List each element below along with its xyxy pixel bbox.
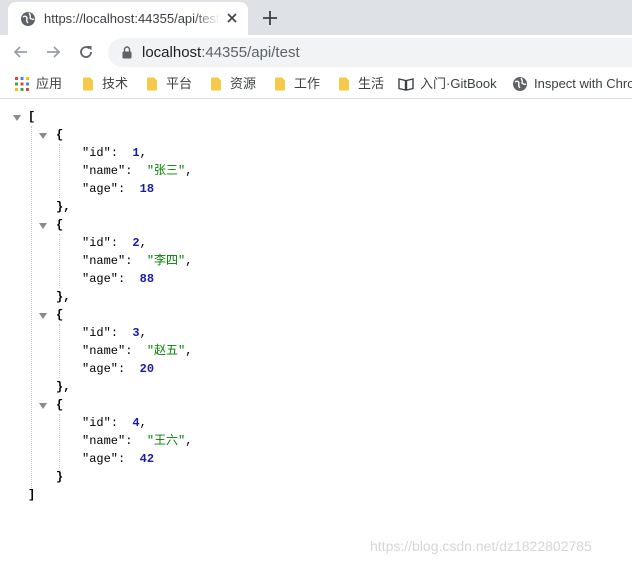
object-close-brace: }, xyxy=(56,380,71,394)
lock-icon[interactable] xyxy=(122,46,132,59)
browser-toolbar: localhost:44355/api/test xyxy=(0,35,632,69)
json-row-id: "id": 4, xyxy=(82,416,147,430)
json-value-name: 李四 xyxy=(154,254,179,268)
indent-guide xyxy=(59,414,60,468)
url-text: localhost:44355/api/test xyxy=(142,44,300,62)
folder-icon xyxy=(272,76,288,92)
collapse-triangle-icon[interactable] xyxy=(38,312,48,320)
globe-icon xyxy=(512,76,528,92)
bookmark-label: 工作 xyxy=(294,76,321,91)
apps-grid-icon xyxy=(14,76,30,92)
bookmark-label: Inspect with Chrome xyxy=(534,76,632,91)
object-close-brace: }, xyxy=(56,290,71,304)
watermark-text: https://blog.csdn.net/dz1822802785 xyxy=(370,538,592,554)
bookmark-label: 应用 xyxy=(36,76,63,91)
book-icon xyxy=(398,76,414,92)
folder-icon xyxy=(208,76,224,92)
json-value-name: 张三 xyxy=(154,164,179,178)
json-row-id: "id": 3, xyxy=(82,326,147,340)
json-row-age: "age": 18 xyxy=(82,182,155,196)
json-value-age: 20 xyxy=(139,362,155,376)
globe-icon xyxy=(20,11,36,27)
object-close-brace: }, xyxy=(56,200,71,214)
bookmark-label: 生活 xyxy=(358,76,385,91)
object-open-brace: { xyxy=(56,218,64,232)
array-close-bracket: ] xyxy=(28,488,36,502)
json-viewer: [ { "id": 1, "name": "张三", "age": 18 }, … xyxy=(0,100,632,566)
back-icon[interactable] xyxy=(12,43,30,61)
json-row-name: "name": "李四", xyxy=(82,254,193,268)
indent-guide xyxy=(59,144,60,198)
address-bar[interactable]: localhost:44355/api/test xyxy=(108,38,632,67)
json-row-age: "age": 42 xyxy=(82,452,155,466)
reload-icon[interactable] xyxy=(77,43,95,61)
browser-tab[interactable]: https://localhost:44355/api/test xyxy=(8,2,248,35)
folder-icon xyxy=(80,76,96,92)
json-value-age: 18 xyxy=(139,182,155,196)
folder-icon xyxy=(336,76,352,92)
object-open-brace: { xyxy=(56,398,64,412)
json-row-age: "age": 88 xyxy=(82,272,155,286)
bookmark-label: 资源 xyxy=(230,76,257,91)
bookmark-label: 入门·GitBook xyxy=(420,76,497,91)
object-open-brace: { xyxy=(56,128,64,142)
array-open-bracket: [ xyxy=(28,110,36,124)
json-value-id: 3 xyxy=(132,326,140,340)
json-row-age: "age": 20 xyxy=(82,362,155,376)
bookmarks-bar: 应用 技术 平台 资源 工作 生活 入门·GitBook Inspect wit… xyxy=(0,69,632,99)
folder-icon xyxy=(144,76,160,92)
collapse-triangle-icon[interactable] xyxy=(12,114,22,122)
json-row-id: "id": 1, xyxy=(82,146,147,160)
collapse-triangle-icon[interactable] xyxy=(38,402,48,410)
json-row-id: "id": 2, xyxy=(82,236,147,250)
indent-guide xyxy=(59,234,60,288)
tab-title: https://localhost:44355/api/test xyxy=(44,11,220,26)
json-row-name: "name": "张三", xyxy=(82,164,193,178)
collapse-triangle-icon[interactable] xyxy=(38,222,48,230)
object-open-brace: { xyxy=(56,308,64,322)
close-icon[interactable] xyxy=(224,10,240,26)
bookmark-label: 平台 xyxy=(166,76,193,91)
json-row-name: "name": "赵五", xyxy=(82,344,193,358)
json-value-age: 42 xyxy=(139,452,155,466)
bookmark-label: 技术 xyxy=(102,76,129,91)
json-value-id: 4 xyxy=(132,416,140,430)
json-value-age: 88 xyxy=(139,272,155,286)
collapse-triangle-icon[interactable] xyxy=(38,132,48,140)
json-value-id: 2 xyxy=(132,236,140,250)
forward-icon[interactable] xyxy=(44,43,62,61)
new-tab-button[interactable] xyxy=(260,8,280,28)
url-path: :44355/api/test xyxy=(201,44,300,61)
indent-guide xyxy=(31,126,32,494)
json-value-name: 赵五 xyxy=(154,344,179,358)
url-host: localhost xyxy=(142,44,202,61)
object-close-brace: } xyxy=(56,470,64,484)
json-value-id: 1 xyxy=(132,146,140,160)
tab-strip: https://localhost:44355/api/test xyxy=(0,0,632,35)
json-value-name: 王六 xyxy=(154,434,179,448)
indent-guide xyxy=(59,324,60,378)
json-row-name: "name": "王六", xyxy=(82,434,193,448)
